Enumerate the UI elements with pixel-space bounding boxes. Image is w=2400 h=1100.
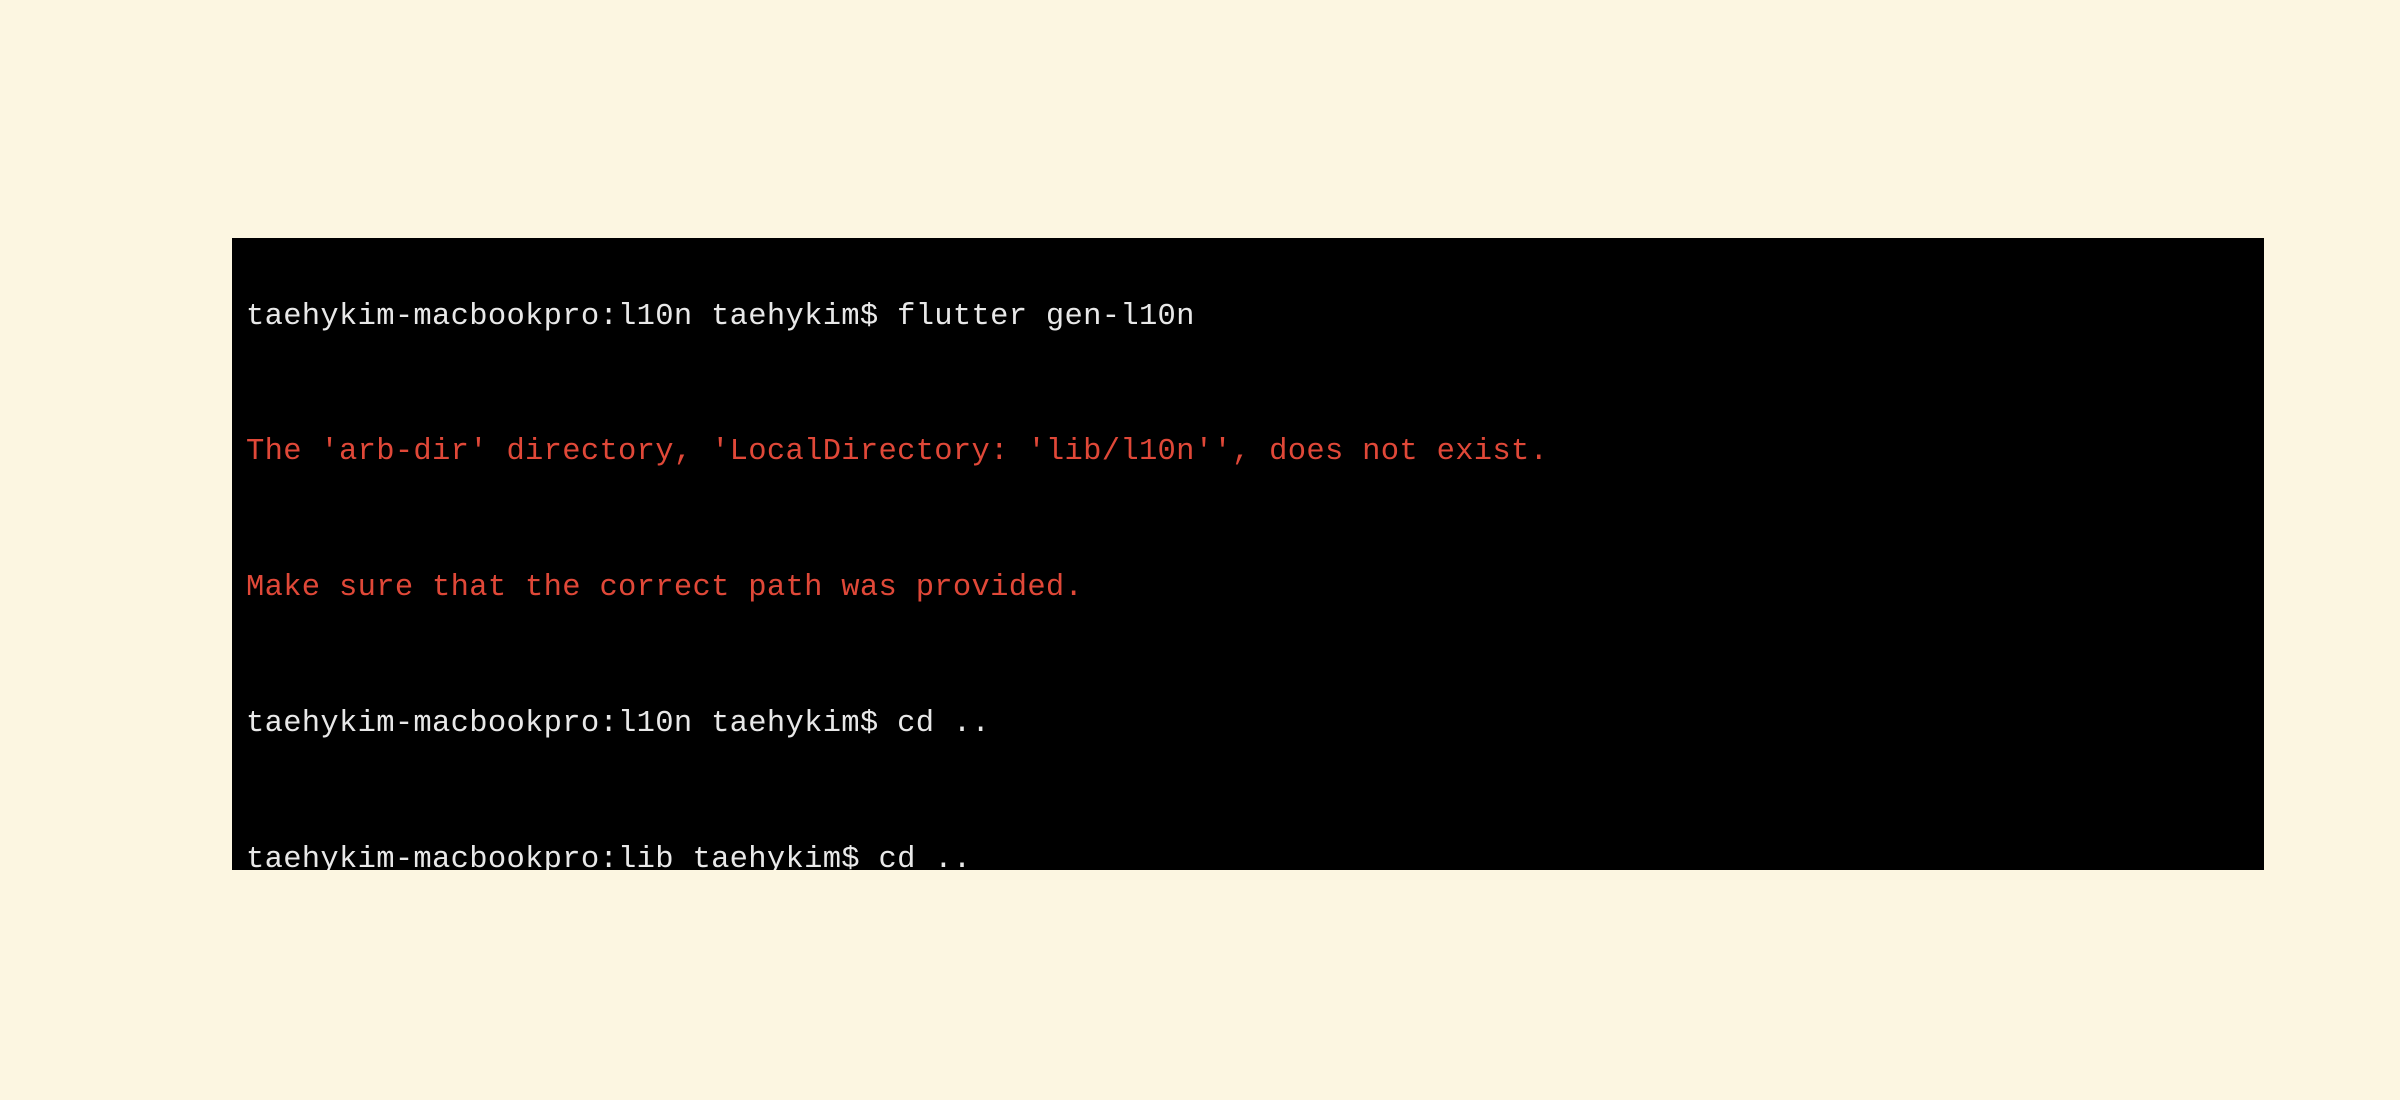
terminal-window[interactable]: taehykim-macbookpro:l10n taehykim$ flutt… bbox=[232, 238, 2264, 870]
terminal-line-error: The 'arb-dir' directory, 'LocalDirectory… bbox=[232, 430, 2264, 475]
terminal-output: taehykim-macbookpro:l10n taehykim$ flutt… bbox=[232, 238, 2264, 870]
terminal-line-error: Make sure that the correct path was prov… bbox=[232, 566, 2264, 611]
terminal-line-prompt: taehykim-macbookpro:l10n taehykim$ cd .. bbox=[232, 702, 2264, 747]
terminal-line: taehykim-macbookpro:l10n taehykim$ flutt… bbox=[232, 295, 2264, 340]
terminal-line-prompt: taehykim-macbookpro:lib taehykim$ cd .. bbox=[232, 838, 2264, 870]
